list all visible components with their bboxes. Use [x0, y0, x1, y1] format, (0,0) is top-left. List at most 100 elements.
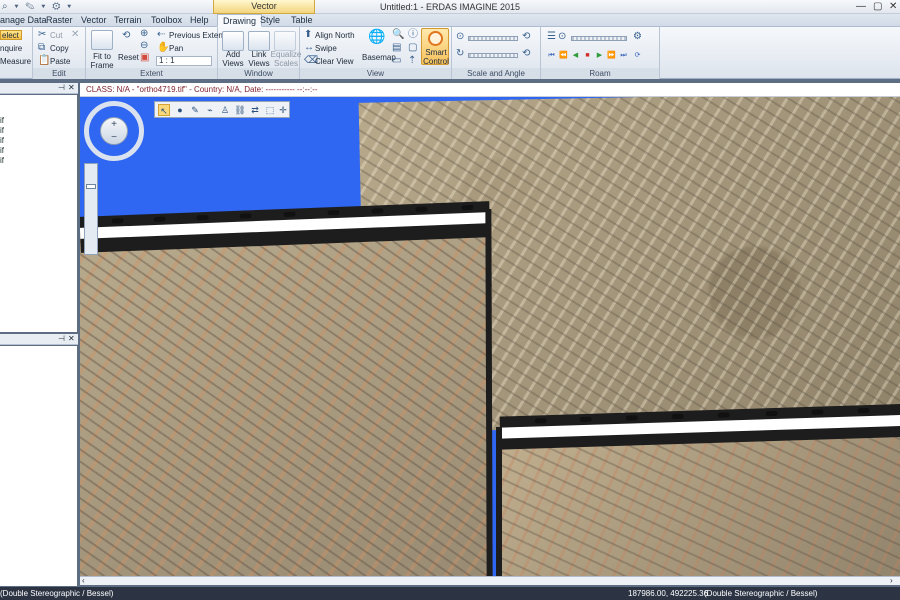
film-edge-vertical — [485, 208, 493, 576]
align-north-button[interactable]: Align North — [315, 31, 355, 40]
scale-combo[interactable]: 1 : 1 — [156, 56, 212, 66]
tab-manage-data[interactable]: anage Data — [0, 15, 47, 25]
tree-item[interactable]: if — [0, 146, 4, 155]
basemap-button[interactable]: Basemap — [362, 53, 396, 62]
equalize-scales-button[interactable]: Equalize Scales — [270, 50, 302, 68]
ribbon-tabs: anage Data Raster Vector Terrain Toolbox… — [0, 14, 900, 27]
tab-vector[interactable]: Vector — [81, 15, 107, 25]
play-back-icon[interactable]: ◀ — [571, 51, 580, 60]
pan-button[interactable]: Pan — [169, 44, 183, 53]
brush-icon[interactable]: ⌁ — [204, 104, 216, 116]
film-hole — [765, 410, 778, 417]
scroll-left-icon[interactable]: ‹ — [82, 576, 85, 585]
paint-icon[interactable]: ✎ — [189, 104, 201, 116]
angle-reset-icon[interactable]: ⟲ — [522, 49, 530, 59]
magnifier-icon[interactable]: 🔍 — [392, 30, 404, 40]
swap-icon[interactable]: ⇄ — [249, 104, 261, 116]
tab-toolbox[interactable]: Toolbox — [151, 15, 182, 25]
add-views-button[interactable]: Add Views — [219, 50, 247, 68]
navigation-ring[interactable]: + − — [84, 101, 144, 161]
contents-panel: if if if if if — [0, 95, 77, 332]
dot-icon[interactable]: ● — [174, 104, 186, 116]
minimize-icon[interactable]: — — [856, 1, 866, 12]
play-icon[interactable]: ▶ — [595, 51, 604, 60]
film-hole — [534, 418, 547, 424]
tab-drawing[interactable]: Drawing — [217, 14, 263, 27]
tab-help[interactable]: Help — [190, 15, 209, 25]
film-hole — [239, 213, 252, 219]
swipe-button[interactable]: Swipe — [315, 44, 337, 53]
tab-style[interactable]: Style — [260, 15, 280, 25]
film-hole — [579, 416, 592, 423]
zoom-in-icon[interactable]: ⊕ — [140, 29, 148, 39]
group-label-edit: Edit — [33, 68, 85, 79]
film-edge-vertical — [496, 427, 502, 576]
film-hole — [717, 412, 730, 418]
zoom-out-icon[interactable]: − — [111, 132, 117, 143]
paste-icon: 📋 — [38, 55, 51, 66]
figure-icon[interactable]: ♙ — [219, 104, 231, 116]
film-hole — [153, 216, 166, 223]
zoom-out-icon[interactable]: ⊖ — [140, 41, 148, 51]
pointer-icon[interactable]: ↖ — [158, 104, 170, 116]
step-forward-icon[interactable]: ⏩ — [607, 51, 616, 60]
first-icon[interactable]: ⏮ — [547, 51, 556, 60]
scroll-right-icon[interactable]: › — [890, 576, 893, 585]
zoom-in-icon[interactable]: + — [111, 119, 117, 130]
delete-icon[interactable]: ✕ — [71, 30, 79, 40]
tab-terrain[interactable]: Terrain — [114, 15, 142, 25]
print-icon[interactable]: ▭ — [392, 56, 401, 66]
copy-button[interactable]: Copy — [50, 44, 69, 53]
status-projection: (Double Stereographic / Bessel) — [704, 589, 818, 598]
tab-raster[interactable]: Raster — [46, 15, 73, 25]
clear-view-button[interactable]: Clear View — [315, 57, 354, 66]
paste-button[interactable]: Paste — [50, 57, 70, 66]
tree-item[interactable]: if — [0, 116, 4, 125]
cut-button[interactable]: Cut — [50, 31, 62, 40]
extent-icon[interactable]: ⬚ — [264, 104, 276, 116]
zoom-box-icon[interactable]: ▣ — [140, 53, 149, 63]
zoom-slider[interactable] — [84, 163, 98, 255]
scale-reset-icon[interactable]: ⟲ — [522, 32, 530, 42]
reset-icon: ⟲ — [122, 30, 131, 41]
tab-table[interactable]: Table — [291, 15, 313, 25]
panel-close-icon[interactable]: ✕ — [68, 334, 75, 343]
horizontal-scrollbar[interactable]: ‹ › — [80, 576, 900, 585]
layers-icon[interactable]: ▤ — [392, 43, 401, 53]
previous-extent-button[interactable]: Previous Extent — [169, 31, 225, 40]
map-viewport[interactable]: ↖ ● ✎ ⌁ ♙ ⛓ ⇄ ⬚ ✛ + − — [80, 97, 900, 576]
roam-speed-slider[interactable] — [571, 36, 627, 41]
roam-options-icon[interactable]: ☰ — [547, 32, 556, 42]
zoom-buttons[interactable]: + − — [100, 117, 128, 145]
step-back-icon[interactable]: ⏪ — [559, 51, 568, 60]
close-icon[interactable]: ✕ — [889, 1, 897, 12]
north-arrow-icon[interactable]: ⇡ — [408, 56, 416, 66]
pin-icon[interactable]: ⊣ — [58, 83, 65, 92]
stop-icon[interactable]: ■ — [583, 51, 592, 60]
smart-control-button[interactable]: Smart Control — [421, 28, 449, 66]
group-roam: ☰ ⊙ ⚙ ⏮ ⏪ ◀ ■ ▶ ⏩ ⏭ ⟳ Roam — [541, 27, 660, 79]
pin-icon[interactable]: ⊣ — [58, 334, 65, 343]
scale-slider[interactable] — [468, 36, 518, 41]
angle-slider[interactable] — [468, 53, 518, 58]
last-icon[interactable]: ⏭ — [619, 51, 628, 60]
tree-item[interactable]: if — [0, 136, 4, 145]
restore-icon[interactable]: ▢ — [873, 1, 882, 12]
inquire-button[interactable]: nquire — [0, 44, 22, 53]
group-view: ⬆ Align North ↔ Swipe ⌫ Clear View 🌐 Bas… — [300, 27, 452, 79]
link-icon[interactable]: ⛓ — [234, 104, 246, 116]
reset-button[interactable]: Reset — [118, 53, 139, 62]
scissors-icon: ✂ — [38, 29, 47, 40]
tree-item[interactable]: if — [0, 126, 4, 135]
select-button[interactable]: elect — [0, 30, 22, 40]
panel-close-icon[interactable]: ✕ — [68, 83, 75, 92]
roam-settings-icon[interactable]: ⚙ — [633, 32, 642, 42]
measure-button[interactable]: Measure — [0, 57, 31, 66]
info-icon[interactable]: ⓘ — [408, 30, 418, 40]
zoom-slider-thumb[interactable] — [86, 184, 96, 189]
tree-item[interactable]: if — [0, 156, 4, 165]
roam-loop-icon[interactable]: ⟳ — [633, 51, 642, 60]
link-views-button[interactable]: Link Views — [245, 50, 273, 68]
crosshair-icon[interactable]: ✛ — [277, 104, 289, 116]
frame-icon[interactable]: ▢ — [408, 43, 417, 53]
